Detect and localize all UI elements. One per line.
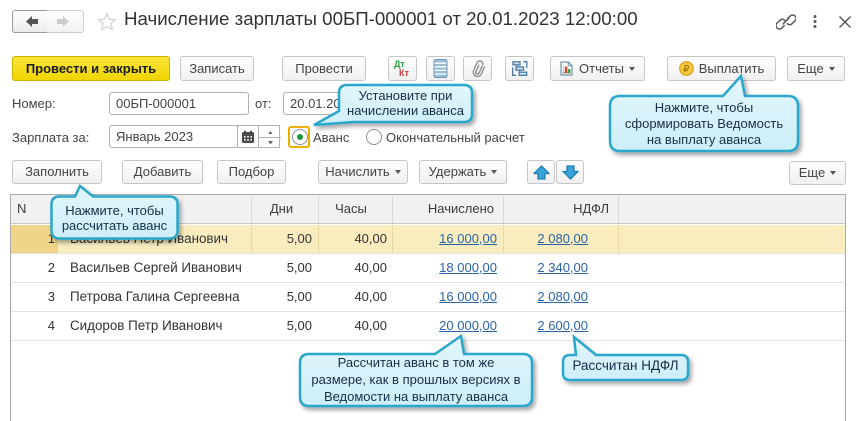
svg-text:₽: ₽ [683, 64, 690, 75]
svg-text:Кт: Кт [399, 68, 409, 78]
